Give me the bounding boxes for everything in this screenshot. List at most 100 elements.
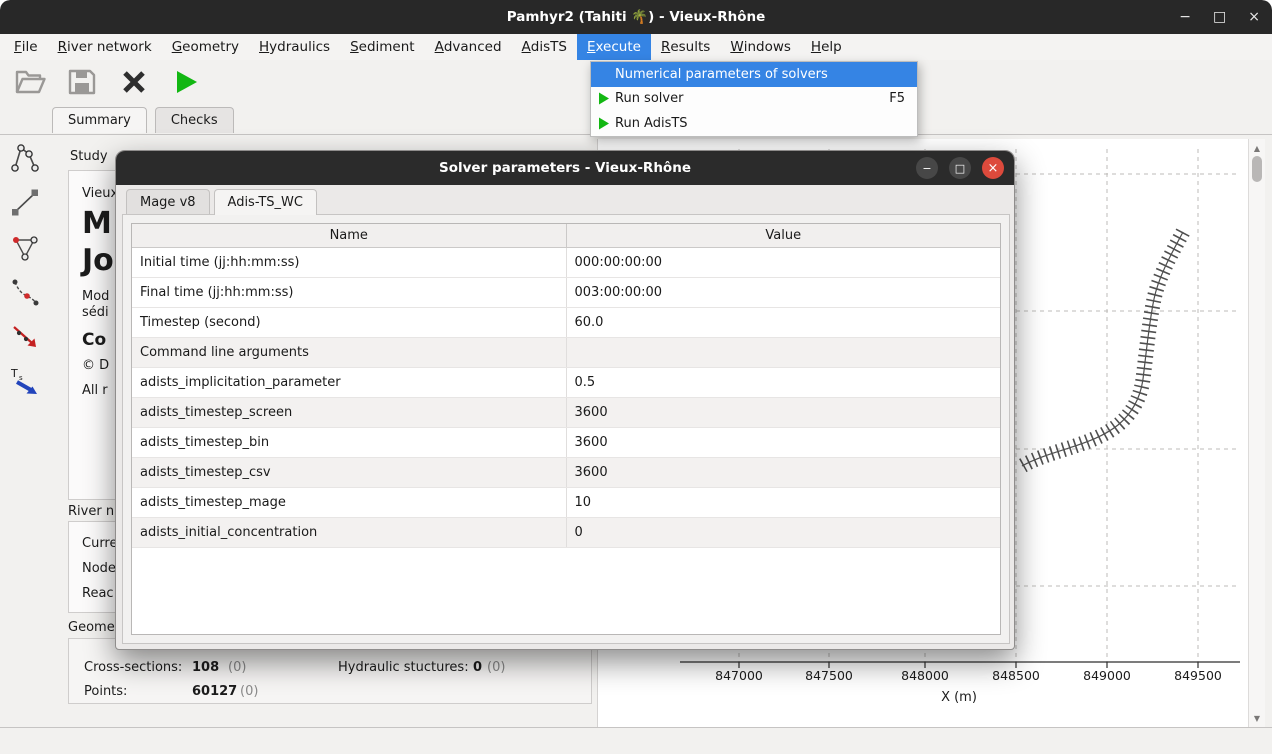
param-value-cell[interactable]: 3600	[567, 398, 1001, 427]
menu-advanced[interactable]: Advanced	[425, 34, 512, 60]
menu-adists[interactable]: AdisTS	[512, 34, 577, 60]
param-value-cell[interactable]: 003:00:00:00	[567, 278, 1001, 307]
main-tabs: Summary Checks	[52, 107, 234, 133]
dialog-tab-adis-ts-wc[interactable]: Adis-TS_WC	[214, 189, 317, 215]
save-icon[interactable]	[64, 64, 100, 100]
param-name-cell[interactable]: adists_timestep_screen	[132, 398, 567, 427]
river-network-row: Reac	[82, 586, 114, 601]
study-heading-line2: Jo	[82, 243, 114, 278]
menu-item-label: Numerical parameters of solvers	[615, 67, 828, 82]
param-value-cell[interactable]: 000:00:00:00	[567, 248, 1001, 277]
table-row[interactable]: adists_timestep_bin3600	[132, 428, 1000, 458]
menu-item-run-solver[interactable]: Run solverF5	[591, 87, 917, 112]
param-table-body: Initial time (jj:hh:mm:ss)000:00:00:00Fi…	[132, 248, 1000, 548]
dialog-title: Solver parameters - Vieux-Rhône	[439, 160, 691, 176]
window-controls: − □ ×	[1179, 0, 1260, 34]
param-name-cell[interactable]: adists_timestep_bin	[132, 428, 567, 457]
menu-item-run-adists[interactable]: Run AdisTS	[591, 111, 917, 136]
cross-sections-suffix: (0)	[228, 660, 246, 675]
tab-checks[interactable]: Checks	[155, 107, 234, 133]
table-row[interactable]: adists_timestep_csv3600	[132, 458, 1000, 488]
table-row[interactable]: adists_timestep_mage10	[132, 488, 1000, 518]
param-value-cell[interactable]: 3600	[567, 428, 1001, 457]
x-tick-label: 847500	[797, 668, 861, 683]
study-subheading: Co	[82, 330, 106, 350]
scroll-up-icon[interactable]: ▲	[1249, 141, 1265, 155]
menu-geometry[interactable]: Geometry	[162, 34, 249, 60]
menu-results[interactable]: Results	[651, 34, 720, 60]
reach-icon[interactable]	[6, 183, 44, 221]
param-name-cell[interactable]: Timestep (second)	[132, 308, 567, 337]
dialog-minimize-icon[interactable]: −	[916, 157, 938, 179]
maximize-icon[interactable]: □	[1213, 10, 1226, 24]
geometry-group-label: Geome	[68, 620, 115, 635]
window-bottom-divider	[0, 727, 1272, 728]
table-row[interactable]: Timestep (second)60.0	[132, 308, 1000, 338]
points-suffix: (0)	[240, 684, 258, 699]
param-name-cell[interactable]: adists_implicitation_parameter	[132, 368, 567, 397]
param-value-cell[interactable]: 10	[567, 488, 1001, 517]
param-name-cell[interactable]: adists_timestep_csv	[132, 458, 567, 487]
toolbar	[12, 62, 204, 102]
scroll-down-icon[interactable]: ▼	[1249, 711, 1265, 725]
window-titlebar[interactable]: Pamhyr2 (Tahiti 🌴) - Vieux-Rhône − □ ×	[0, 0, 1272, 34]
cross-sections-icon[interactable]	[6, 273, 44, 311]
param-name-cell[interactable]: Initial time (jj:hh:mm:ss)	[132, 248, 567, 277]
param-name-cell[interactable]: Command line arguments	[132, 338, 567, 367]
param-name-cell[interactable]: Final time (jj:hh:mm:ss)	[132, 278, 567, 307]
close-icon[interactable]: ×	[1248, 10, 1260, 24]
open-folder-icon[interactable]	[12, 64, 48, 100]
param-value-cell[interactable]: 3600	[567, 458, 1001, 487]
table-row[interactable]: Initial time (jj:hh:mm:ss)000:00:00:00	[132, 248, 1000, 278]
slope-icon[interactable]	[6, 318, 44, 356]
river-network-icon[interactable]	[6, 138, 44, 176]
study-heading-line1: M	[82, 206, 112, 241]
dialog-controls: − □ ×	[916, 157, 1004, 179]
table-row[interactable]: Final time (jj:hh:mm:ss)003:00:00:00	[132, 278, 1000, 308]
param-name-cell[interactable]: adists_initial_concentration	[132, 518, 567, 547]
vertical-scrollbar[interactable]: ▲ ▼	[1248, 139, 1265, 727]
x-tick-label: 848500	[984, 668, 1048, 683]
minimize-icon[interactable]: −	[1179, 10, 1191, 24]
param-value-cell[interactable]: 0	[567, 518, 1001, 547]
parameters-table: Name Value Initial time (jj:hh:mm:ss)000…	[131, 223, 1001, 635]
menu-item-numerical-parameters-of-solvers[interactable]: Numerical parameters of solvers	[591, 62, 917, 87]
menu-execute[interactable]: Execute	[577, 34, 651, 60]
menu-river-network[interactable]: River network	[48, 34, 162, 60]
translation-icon[interactable]: Ts	[6, 363, 44, 401]
menu-sediment[interactable]: Sediment	[340, 34, 425, 60]
menubar: FileRiver networkGeometryHydraulicsSedim…	[0, 34, 1272, 60]
dialog-maximize-icon[interactable]: □	[949, 157, 971, 179]
table-row[interactable]: adists_initial_concentration0	[132, 518, 1000, 548]
play-icon	[598, 92, 615, 105]
param-value-cell[interactable]: 60.0	[567, 308, 1001, 337]
table-row[interactable]: Command line arguments	[132, 338, 1000, 368]
menu-hydraulics[interactable]: Hydraulics	[249, 34, 340, 60]
application-window: Pamhyr2 (Tahiti 🌴) - Vieux-Rhône − □ × F…	[0, 0, 1272, 754]
table-row[interactable]: adists_timestep_screen3600	[132, 398, 1000, 428]
river-network-group-label: River n	[68, 504, 114, 519]
play-icon	[598, 117, 615, 130]
study-desc-line2: sédi	[82, 305, 109, 320]
menu-item-label: Run solver	[615, 91, 683, 106]
study-copyright: © D	[82, 358, 109, 373]
dialog-tab-mage-v8[interactable]: Mage v8	[126, 189, 210, 215]
menu-windows[interactable]: Windows	[720, 34, 801, 60]
param-value-cell[interactable]: 0.5	[567, 368, 1001, 397]
run-icon[interactable]	[168, 64, 204, 100]
param-name-cell[interactable]: adists_timestep_mage	[132, 488, 567, 517]
river-network-row: Curre	[82, 536, 118, 551]
study-desc-line1: Mod	[82, 289, 109, 304]
table-row[interactable]: adists_implicitation_parameter0.5	[132, 368, 1000, 398]
delete-icon[interactable]	[116, 64, 152, 100]
cross-sections-label: Cross-sections:	[84, 660, 182, 675]
menu-file[interactable]: File	[4, 34, 48, 60]
scrollbar-thumb[interactable]	[1252, 156, 1262, 182]
structures-value: 0	[473, 660, 482, 675]
menu-help[interactable]: Help	[801, 34, 852, 60]
param-value-cell[interactable]	[567, 338, 1001, 367]
dialog-close-icon[interactable]: ×	[982, 157, 1004, 179]
dialog-titlebar[interactable]: Solver parameters - Vieux-Rhône − □ ×	[116, 151, 1014, 185]
tab-summary[interactable]: Summary	[52, 107, 147, 133]
nodes-icon[interactable]	[6, 228, 44, 266]
